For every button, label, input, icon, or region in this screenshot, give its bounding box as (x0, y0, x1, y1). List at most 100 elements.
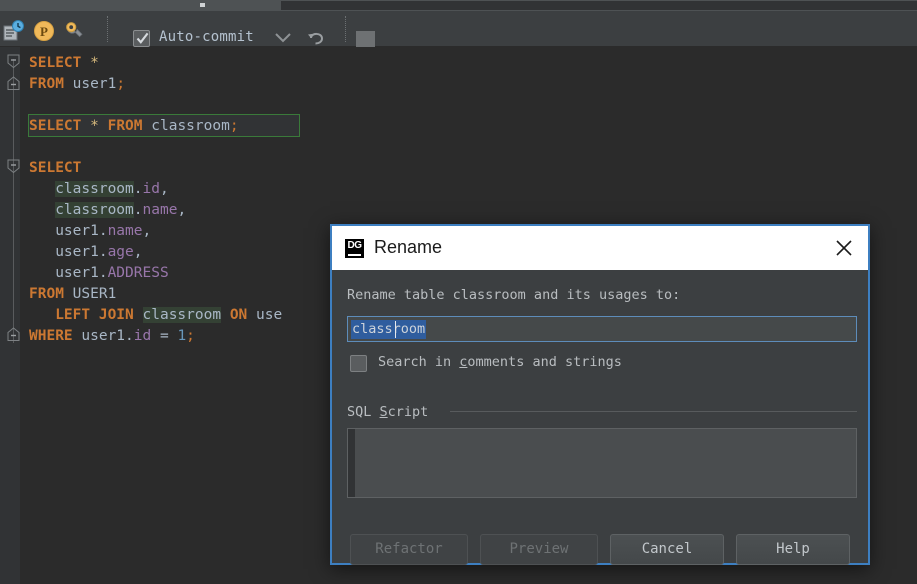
code-token: user1. (29, 244, 108, 260)
dialog-body: Rename table classroom and its usages to… (332, 270, 868, 563)
code-token: id (143, 181, 160, 197)
code-token: SELECT (29, 160, 81, 176)
code-token: 1 (177, 328, 186, 344)
code-token: LEFT JOIN (55, 307, 134, 323)
code-token: , (160, 181, 169, 197)
fold-collapse-4[interactable] (6, 327, 21, 342)
code-token: classroom (151, 118, 230, 134)
preview-button[interactable]: Preview (480, 534, 598, 565)
toolbar-separator-2 (345, 16, 346, 42)
code-token: * (90, 118, 99, 134)
label-part-after: omments and strings (467, 354, 621, 370)
svg-text:P: P (40, 24, 48, 39)
code-token: FROM (29, 286, 64, 302)
code-token: SELECT (29, 55, 81, 71)
label-part-before: Search in (378, 354, 459, 370)
search-comments-checkbox[interactable] (350, 355, 367, 372)
code-token: USER1 (64, 286, 116, 302)
code-token: , (134, 244, 143, 260)
code-token: ADDRESS (108, 265, 169, 281)
code-token: id (134, 328, 151, 344)
auto-commit-label: Auto-commit (159, 29, 254, 45)
wrench-settings-icon[interactable] (63, 20, 85, 42)
code-token: WHERE (29, 328, 73, 344)
search-comments-label: Search in comments and strings (378, 354, 622, 370)
dialog-title-bar: DG Rename (332, 226, 868, 270)
toolbar-separator-1 (107, 16, 108, 42)
close-icon[interactable] (835, 239, 853, 257)
text-caret (395, 321, 396, 338)
code-line: SELECT (29, 158, 81, 179)
code-token: user1. (29, 265, 108, 281)
code-token: use (247, 307, 282, 323)
code-line: WHERE user1.id = 1; (29, 326, 195, 347)
section-divider (450, 411, 857, 412)
help-button[interactable]: Help (736, 534, 850, 565)
editor-tab-strip (0, 0, 917, 11)
code-token: ; (230, 118, 239, 134)
code-token (81, 118, 90, 134)
code-token: name (143, 202, 178, 218)
table-usage-highlight: classroom (55, 202, 134, 218)
sql-script-textarea[interactable] (347, 428, 857, 498)
code-token (29, 202, 55, 218)
code-line: FROM USER1 (29, 284, 116, 305)
sql-script-section-label: SQL Script (347, 404, 428, 420)
fold-collapse-1[interactable] (6, 54, 21, 69)
code-token: ; (186, 328, 195, 344)
rename-prompt: Rename table classroom and its usages to… (347, 287, 680, 303)
code-token (29, 181, 55, 197)
code-token: name (108, 223, 143, 239)
code-token (29, 307, 55, 323)
code-line: SELECT * (29, 53, 99, 74)
code-line: classroom.id, (29, 179, 169, 200)
cancel-button[interactable]: Cancel (610, 534, 724, 565)
gutter-scope-line (13, 59, 14, 343)
datagrip-window: P Auto-commit (0, 0, 917, 584)
code-token: SELECT (29, 118, 81, 134)
new-name-input[interactable]: classroom (347, 316, 857, 342)
code-line: SELECT * FROM classroom; (29, 116, 239, 137)
code-token (99, 118, 108, 134)
table-usage-highlight: classroom (143, 307, 222, 323)
code-token: FROM (108, 118, 143, 134)
sql-label-after: cript (388, 404, 429, 420)
code-token: user1. (29, 223, 108, 239)
code-token (64, 76, 73, 92)
datagrip-logo-text: DG (348, 240, 362, 251)
sql-label-mnemonic: S (380, 404, 388, 420)
auto-commit-checkbox[interactable] (133, 30, 150, 47)
code-token: user1. (73, 328, 134, 344)
code-token (221, 307, 230, 323)
code-line: LEFT JOIN classroom ON use (29, 305, 282, 326)
code-token: FROM (29, 76, 64, 92)
code-token: age (108, 244, 134, 260)
datagrip-p-icon[interactable]: P (33, 20, 55, 42)
code-line: user1.age, (29, 242, 143, 263)
fold-collapse-2[interactable] (6, 76, 21, 91)
editor-tab-active[interactable] (0, 0, 277, 11)
code-token: * (90, 55, 99, 71)
code-token: user1 (73, 76, 117, 92)
refactor-button[interactable]: Refactor (350, 534, 468, 565)
code-line: user1.name, (29, 221, 151, 242)
code-token (143, 118, 152, 134)
code-token: , (177, 202, 186, 218)
code-token: . (134, 202, 143, 218)
editor-tab-strip-filler (281, 0, 917, 10)
code-token: , (143, 223, 152, 239)
code-token (81, 55, 90, 71)
tab-modified-dot-icon (200, 3, 205, 7)
code-line: user1.ADDRESS (29, 263, 169, 284)
code-token: ; (116, 76, 125, 92)
sql-label-before: SQL (347, 404, 380, 420)
datagrip-logo-icon: DG (345, 239, 364, 258)
code-token (134, 307, 143, 323)
history-icon[interactable] (3, 20, 25, 42)
editor-gutter[interactable] (0, 47, 20, 584)
code-token: . (134, 181, 143, 197)
code-token: = (151, 328, 177, 344)
fold-collapse-3[interactable] (6, 159, 21, 174)
code-line: FROM user1; (29, 74, 125, 95)
editor-toolbar: P Auto-commit (0, 11, 917, 47)
